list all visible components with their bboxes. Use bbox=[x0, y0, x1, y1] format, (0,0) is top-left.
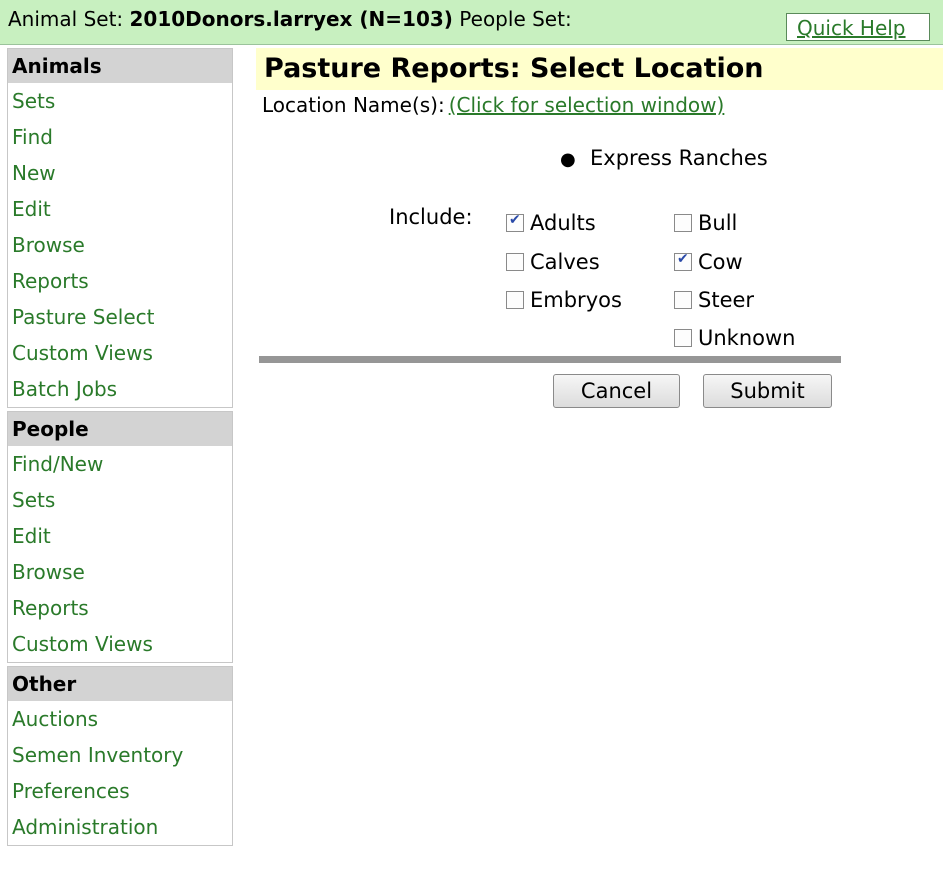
nav-section-other: Other Auctions Semen Inventory Preferenc… bbox=[7, 666, 233, 846]
checkbox-embryos-row[interactable]: Embryos bbox=[506, 284, 622, 316]
checkbox-steer[interactable] bbox=[674, 291, 692, 309]
nav-header-animals: Animals bbox=[8, 49, 232, 83]
checkbox-adults[interactable] bbox=[506, 212, 524, 232]
checkbox-unknown-label: Unknown bbox=[698, 326, 796, 350]
sidebar-item-administration[interactable]: Administration bbox=[8, 809, 232, 845]
sidebar-item-people-browse[interactable]: Browse bbox=[8, 554, 232, 590]
sidebar-nav: Animals Sets Find New Edit Browse Report… bbox=[7, 48, 233, 849]
nav-section-people: People Find/New Sets Edit Browse Reports… bbox=[7, 411, 233, 663]
animal-set-label: Animal Set: bbox=[8, 7, 124, 31]
sidebar-item-people-find-new[interactable]: Find/New bbox=[8, 446, 232, 482]
nav-header-people: People bbox=[8, 412, 232, 446]
top-status-bar: Animal Set: 2010Donors.larryex (N=103) P… bbox=[0, 0, 943, 45]
sidebar-item-people-sets[interactable]: Sets bbox=[8, 482, 232, 518]
location-item: Express Ranches bbox=[590, 146, 768, 170]
sidebar-item-people-reports[interactable]: Reports bbox=[8, 590, 232, 626]
checkbox-cow-label: Cow bbox=[698, 250, 743, 274]
sidebar-item-animal-find[interactable]: Find bbox=[8, 119, 232, 155]
sidebar-item-animal-new[interactable]: New bbox=[8, 155, 232, 191]
bullet-icon: ● bbox=[560, 149, 576, 170]
checkbox-cow[interactable] bbox=[674, 251, 692, 271]
location-label: Location Name(s): bbox=[262, 93, 445, 117]
people-set-label: People Set: bbox=[459, 7, 572, 31]
checkbox-unknown-row[interactable]: Unknown bbox=[674, 322, 795, 354]
set-status: Animal Set: 2010Donors.larryex (N=103) P… bbox=[8, 7, 572, 31]
checkbox-steer-row[interactable]: Steer bbox=[674, 284, 754, 316]
sidebar-item-animal-reports[interactable]: Reports bbox=[8, 263, 232, 299]
submit-button[interactable]: Submit bbox=[703, 374, 832, 408]
checkbox-bull-label: Bull bbox=[698, 211, 738, 235]
location-row: Location Name(s): (Click for selection wi… bbox=[262, 93, 724, 117]
sidebar-item-people-edit[interactable]: Edit bbox=[8, 518, 232, 554]
cancel-button[interactable]: Cancel bbox=[553, 374, 680, 408]
checkbox-adults-row[interactable]: Adults bbox=[506, 207, 596, 239]
quick-help-link[interactable]: Quick Help bbox=[786, 13, 930, 41]
sidebar-item-animal-browse[interactable]: Browse bbox=[8, 227, 232, 263]
checkbox-cow-row[interactable]: Cow bbox=[674, 246, 743, 278]
sidebar-item-animal-custom-views[interactable]: Custom Views bbox=[8, 335, 232, 371]
checkbox-calves[interactable] bbox=[506, 253, 524, 271]
checkbox-steer-label: Steer bbox=[698, 288, 755, 312]
checkbox-unknown[interactable] bbox=[674, 329, 692, 347]
sidebar-item-preferences[interactable]: Preferences bbox=[8, 773, 232, 809]
nav-section-animals: Animals Sets Find New Edit Browse Report… bbox=[7, 48, 233, 408]
checkbox-embryos-label: Embryos bbox=[530, 288, 622, 312]
include-label: Include: bbox=[389, 205, 473, 229]
location-list: ● Express Ranches bbox=[560, 146, 768, 170]
checkbox-calves-row[interactable]: Calves bbox=[506, 246, 600, 278]
sidebar-item-auctions[interactable]: Auctions bbox=[8, 701, 232, 737]
sidebar-item-batch-jobs[interactable]: Batch Jobs bbox=[8, 371, 232, 407]
sidebar-item-animal-edit[interactable]: Edit bbox=[8, 191, 232, 227]
nav-header-other: Other bbox=[8, 667, 232, 701]
checkbox-calves-label: Calves bbox=[530, 250, 600, 274]
checkbox-adults-label: Adults bbox=[530, 211, 596, 235]
checkbox-bull-row[interactable]: Bull bbox=[674, 207, 737, 239]
checkbox-embryos[interactable] bbox=[506, 291, 524, 309]
sidebar-item-pasture-select[interactable]: Pasture Select bbox=[8, 299, 232, 335]
location-selection-link[interactable]: (Click for selection window) bbox=[449, 93, 725, 117]
sidebar-item-animal-sets[interactable]: Sets bbox=[8, 83, 232, 119]
sidebar-item-semen-inventory[interactable]: Semen Inventory bbox=[8, 737, 232, 773]
animal-set-value: 2010Donors.larryex (N=103) bbox=[129, 7, 453, 31]
checkbox-bull[interactable] bbox=[674, 214, 692, 232]
page-title: Pasture Reports: Select Location bbox=[256, 48, 943, 90]
form-divider bbox=[259, 356, 841, 363]
sidebar-item-people-custom-views[interactable]: Custom Views bbox=[8, 626, 232, 662]
